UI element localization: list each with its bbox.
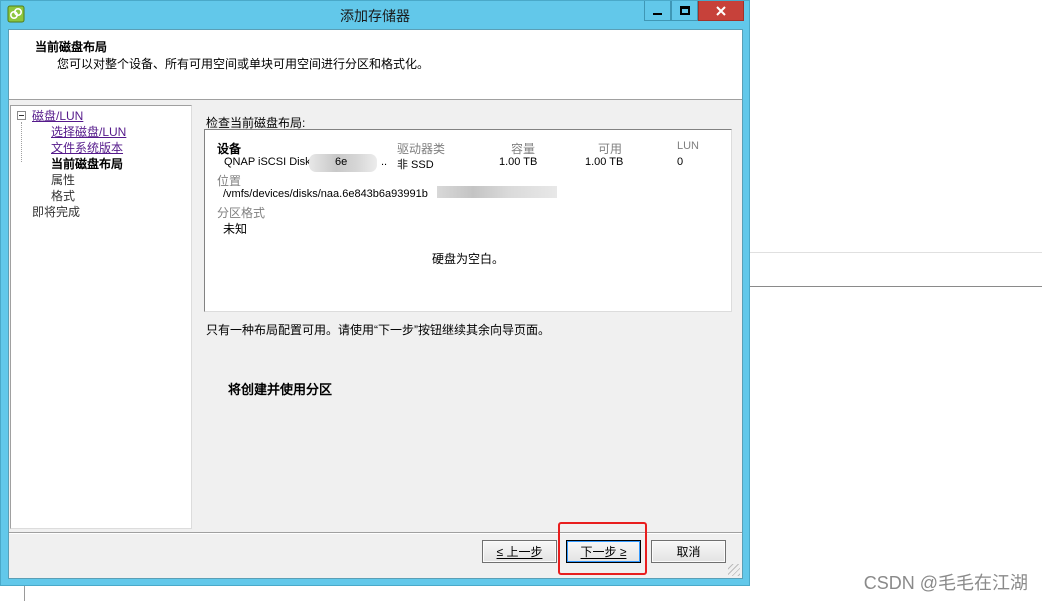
location-label: 位置 (217, 174, 242, 188)
tree-connector (21, 122, 22, 162)
drive-type-value: 非 SSD (397, 159, 434, 171)
dialog-body: 当前磁盘布局 您可以对整个设备、所有可用空间或单块可用空间进行分区和格式化。 磁… (8, 29, 743, 579)
close-icon (716, 5, 726, 16)
back-button[interactable]: ≤ 上一步 (482, 540, 557, 563)
device-name-ellipsis: .. (381, 156, 388, 168)
page-title: 当前磁盘布局 (35, 40, 108, 54)
nav-item-properties: 属性 (51, 173, 76, 187)
maximize-button[interactable] (671, 1, 698, 21)
layout-note: 只有一种布局配置可用。请使用“下一步”按钮继续其余向导页面。 (206, 323, 550, 337)
nav-item-select-disk[interactable]: 选择磁盘/LUN (51, 125, 126, 139)
nav-item-current-layout: 当前磁盘布局 (51, 157, 124, 171)
watermark: CSDN @毛毛在江湖 (863, 573, 1028, 593)
collapse-icon[interactable] (17, 111, 26, 120)
back-button-label: ≤ 上一步 (496, 545, 543, 559)
partition-action-note: 将创建并使用分区 (228, 382, 333, 397)
background-divider (24, 585, 25, 601)
wizard-steps-panel: 磁盘/LUN 选择磁盘/LUN 文件系统版本 当前磁盘布局 属性 格式 即将完成 (10, 105, 192, 529)
maximize-icon (679, 6, 690, 15)
cancel-button[interactable]: 取消 (651, 540, 726, 563)
disk-layout-box: 设备 驱动器类 容量 可用 LUN QNAP iSCSI Disk ( 6e .… (204, 129, 732, 312)
button-separator (9, 532, 742, 534)
partition-format-label: 分区格式 (217, 206, 266, 220)
next-button-label: 下一步 ≥ (580, 545, 627, 559)
redacted-blur (437, 186, 557, 198)
close-button[interactable] (698, 1, 744, 21)
empty-disk-message: 硬盘为空白。 (431, 252, 504, 266)
title-bar[interactable]: 添加存储器 (1, 1, 749, 29)
lun-value: 0 (677, 156, 684, 168)
column-device: 设备 (217, 142, 242, 156)
wizard-header: 当前磁盘布局 您可以对整个设备、所有可用空间或单块可用空间进行分区和格式化。 (9, 30, 742, 100)
column-capacity: 容量 (511, 142, 536, 156)
background-divider (750, 252, 1042, 253)
column-available: 可用 (598, 142, 623, 156)
available-value: 1.00 TB (585, 156, 624, 168)
dialog-title: 添加存储器 (340, 8, 410, 24)
device-name-fragment: 6e (335, 156, 348, 168)
next-button[interactable]: 下一步 ≥ (566, 540, 641, 563)
nav-item-disk-lun[interactable]: 磁盘/LUN (32, 109, 83, 123)
column-lun: LUN (677, 140, 700, 152)
partition-format-value: 未知 (223, 222, 248, 236)
nav-item-ready: 即将完成 (32, 205, 81, 219)
resize-grip-icon[interactable] (728, 564, 740, 576)
page-description: 您可以对整个设备、所有可用空间或单块可用空间进行分区和格式化。 (57, 57, 430, 71)
column-drive-type: 驱动器类 (397, 142, 446, 156)
minimize-icon (653, 12, 662, 15)
minimize-button[interactable] (644, 1, 671, 21)
location-value: /vmfs/devices/disks/naa.6e843b6a93991b (223, 188, 428, 200)
cancel-button-label: 取消 (676, 545, 701, 559)
device-name: QNAP iSCSI Disk ( (224, 156, 318, 168)
nav-item-format: 格式 (51, 189, 76, 203)
nav-item-fs-version[interactable]: 文件系统版本 (51, 141, 123, 155)
capacity-value: 1.00 TB (499, 156, 538, 168)
add-storage-dialog: 添加存储器 当前磁盘布局 您可以对整个设备、所有可用空间或单块可用空间进行分区和… (0, 0, 750, 586)
background-divider (750, 286, 1042, 287)
